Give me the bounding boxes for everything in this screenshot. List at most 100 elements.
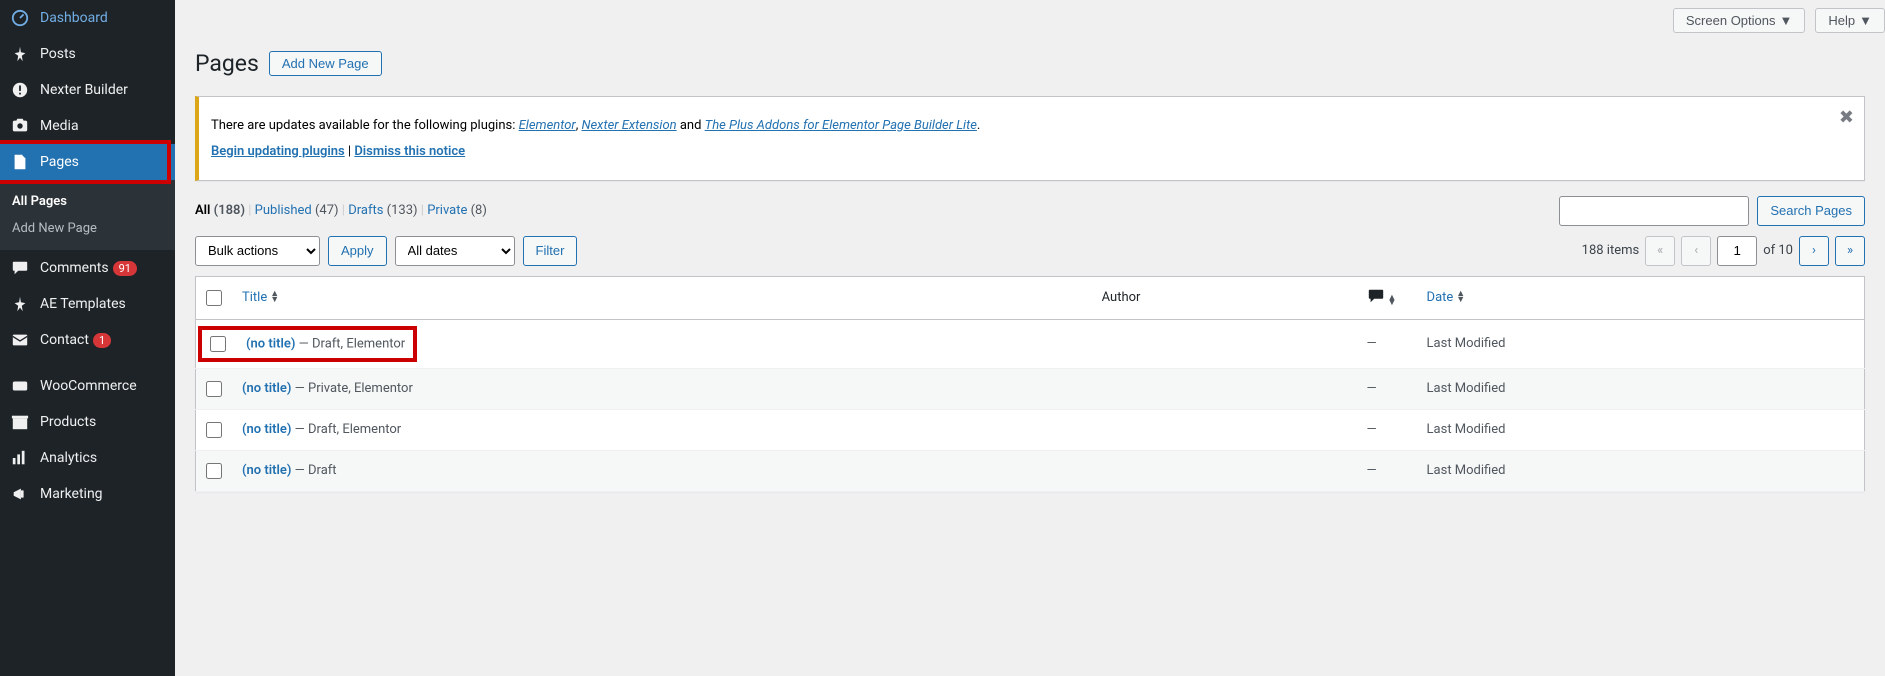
plugin-link-plus-addons[interactable]: The Plus Addons for Elementor Page Build…	[705, 118, 977, 133]
sort-icon: ▲▼	[1388, 296, 1397, 307]
chevron-down-icon: ▼	[1780, 13, 1793, 28]
sidebar-item-woocommerce[interactable]: WooCommerce	[0, 368, 175, 404]
author-column-header: Author	[1092, 276, 1357, 319]
table-row: (no title) — Draft—Last Modified	[196, 450, 1865, 491]
date-cell: Last Modified	[1417, 409, 1865, 450]
search-button[interactable]: Search Pages	[1757, 196, 1865, 226]
badge: 91	[113, 261, 137, 276]
sort-icon: ▲▼	[270, 292, 279, 303]
page-title: Pages	[195, 50, 259, 77]
next-page-button[interactable]: ›	[1799, 236, 1829, 266]
page-title-link[interactable]: (no title)	[242, 422, 291, 437]
author-cell	[1092, 319, 1357, 368]
mail-icon	[10, 330, 30, 350]
chart-icon	[10, 448, 30, 468]
sidebar-item-media[interactable]: Media	[0, 108, 175, 144]
sidebar-item-marketing[interactable]: Marketing	[0, 476, 175, 512]
page-icon	[10, 152, 30, 172]
sidebar-item-posts[interactable]: Posts	[0, 36, 175, 72]
pin-icon	[10, 44, 30, 64]
first-page-button[interactable]: «	[1645, 236, 1675, 266]
close-icon[interactable]: ✖	[1839, 107, 1854, 128]
comments-cell: —	[1357, 450, 1417, 491]
sidebar-item-nexter-builder[interactable]: Nexter Builder	[0, 72, 175, 108]
page-title-link[interactable]: (no title)	[246, 336, 295, 351]
status-filters: All (188) | Published (47) | Drafts (133…	[195, 196, 1865, 226]
help-button[interactable]: Help ▼	[1815, 8, 1885, 33]
begin-updating-link[interactable]: Begin updating plugins	[211, 144, 345, 159]
date-column-header[interactable]: Date▲▼	[1417, 276, 1865, 319]
search-input[interactable]	[1559, 196, 1749, 226]
date-cell: Last Modified	[1417, 450, 1865, 491]
sidebar-item-dashboard[interactable]: Dashboard	[0, 0, 175, 36]
add-new-button[interactable]: Add New Page	[269, 51, 382, 76]
status-filter-drafts[interactable]: Drafts (133)	[348, 203, 417, 218]
submenu-item-add-new-page[interactable]: Add New Page	[0, 215, 175, 242]
media-icon	[10, 116, 30, 136]
comments-cell: —	[1357, 409, 1417, 450]
plugin-link-nexter[interactable]: Nexter Extension	[582, 118, 677, 133]
pages-table: Title▲▼ Author ▲▼ Date▲▼ (no title) — Dr…	[195, 276, 1865, 492]
prev-page-button[interactable]: ‹	[1681, 236, 1711, 266]
dashboard-icon	[10, 8, 30, 28]
row-checkbox[interactable]	[206, 463, 222, 479]
page-title-link[interactable]: (no title)	[242, 463, 291, 478]
table-row: (no title) — Draft, Elementor—Last Modif…	[196, 409, 1865, 450]
page-number-input[interactable]	[1717, 236, 1757, 266]
sidebar-submenu: All PagesAdd New Page	[0, 180, 175, 250]
dismiss-notice-link[interactable]: Dismiss this notice	[354, 144, 465, 159]
row-checkbox[interactable]	[210, 336, 226, 352]
sidebar-item-contact[interactable]: Contact1	[0, 322, 175, 358]
update-notice: There are updates available for the foll…	[195, 96, 1865, 181]
status-filter-published[interactable]: Published (47)	[255, 203, 339, 218]
table-nav: Bulk actions Apply All dates Filter 188 …	[195, 236, 1865, 266]
title-column-header[interactable]: Title▲▼	[232, 276, 1092, 319]
woo-icon	[10, 376, 30, 396]
comments-cell: —	[1357, 319, 1417, 368]
top-buttons: Screen Options ▼ Help ▼	[195, 0, 1885, 41]
comment-icon	[1367, 287, 1385, 305]
row-checkbox[interactable]	[206, 422, 222, 438]
row-checkbox[interactable]	[206, 381, 222, 397]
pagination: 188 items « ‹ of 10 › »	[1582, 236, 1865, 266]
comments-column-header[interactable]: ▲▼	[1357, 276, 1417, 319]
megaphone-icon	[10, 484, 30, 504]
bulk-controls: Bulk actions Apply All dates Filter	[195, 236, 577, 266]
admin-sidebar: DashboardPostsNexter BuilderMediaPagesAl…	[0, 0, 175, 676]
status-filter-private[interactable]: Private (8)	[427, 203, 487, 218]
apply-button[interactable]: Apply	[328, 236, 387, 266]
pin-icon	[10, 294, 30, 314]
author-cell	[1092, 368, 1357, 409]
date-cell: Last Modified	[1417, 319, 1865, 368]
table-row: (no title) — Private, Elementor—Last Mod…	[196, 368, 1865, 409]
main-content: Screen Options ▼ Help ▼ Pages Add New Pa…	[175, 0, 1885, 676]
sidebar-item-comments[interactable]: Comments91	[0, 250, 175, 286]
page-header: Pages Add New Page	[195, 41, 1865, 81]
sidebar-item-analytics[interactable]: Analytics	[0, 440, 175, 476]
comments-cell: —	[1357, 368, 1417, 409]
plugin-link-elementor[interactable]: Elementor	[519, 118, 576, 133]
table-row: (no title) — Draft, Elementor—Last Modif…	[196, 319, 1865, 368]
select-all-header	[196, 276, 233, 319]
status-filter-all[interactable]: All (188)	[195, 203, 245, 218]
dates-select[interactable]: All dates	[395, 236, 515, 266]
page-title-link[interactable]: (no title)	[242, 381, 291, 396]
last-page-button[interactable]: »	[1835, 236, 1865, 266]
select-all-checkbox[interactable]	[206, 290, 222, 306]
page-of-text: of 10	[1763, 243, 1793, 258]
badge: 1	[93, 333, 111, 348]
submenu-item-all-pages[interactable]: All Pages	[0, 188, 175, 215]
author-cell	[1092, 450, 1357, 491]
filter-button[interactable]: Filter	[523, 236, 578, 266]
archive-icon	[10, 412, 30, 432]
date-cell: Last Modified	[1417, 368, 1865, 409]
items-count: 188 items	[1582, 243, 1640, 258]
sidebar-item-ae-templates[interactable]: AE Templates	[0, 286, 175, 322]
screen-options-button[interactable]: Screen Options ▼	[1673, 8, 1805, 33]
sidebar-item-products[interactable]: Products	[0, 404, 175, 440]
chevron-down-icon: ▼	[1859, 13, 1872, 28]
sidebar-item-pages[interactable]: Pages	[0, 144, 175, 180]
bulk-actions-select[interactable]: Bulk actions	[195, 236, 320, 266]
alert-icon	[10, 80, 30, 100]
search-box: Search Pages	[1559, 196, 1865, 226]
